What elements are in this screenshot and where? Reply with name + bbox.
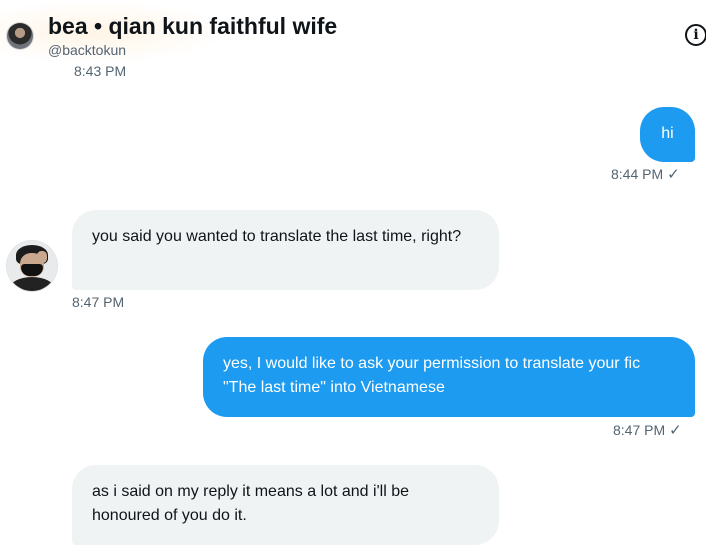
conversation-title[interactable]: bea • qian kun faithful wife (48, 12, 337, 40)
avatar[interactable] (7, 23, 33, 49)
message-bubble-incoming[interactable]: as i said on my reply it means a lot and… (72, 465, 499, 545)
user-handle[interactable]: @backtokun (48, 42, 126, 58)
message-bubble-outgoing[interactable]: hi (640, 107, 695, 162)
message-timestamp: 8:47 PM (72, 294, 125, 310)
message-bubble-incoming[interactable]: you said you wanted to translate the las… (72, 210, 499, 290)
message-text: as i said on my reply it means a lot and… (92, 483, 409, 524)
avatar[interactable] (7, 241, 57, 291)
sent-check-icon: ✓ (667, 166, 680, 183)
sent-check-icon: ✓ (669, 422, 682, 439)
message-text: you said you wanted to translate the las… (92, 228, 462, 245)
message-timestamp: 8:44 PM ✓ (611, 166, 680, 183)
message-text: yes, I would like to ask your permission… (223, 355, 641, 396)
conversation-header: bea • qian kun faithful wife @backtokun … (0, 0, 706, 66)
info-icon[interactable]: i (685, 24, 706, 46)
message-timestamp: 8:47 PM ✓ (613, 422, 682, 439)
message-bubble-outgoing[interactable]: yes, I would like to ask your permission… (203, 337, 695, 417)
message-text: hi (661, 125, 674, 142)
